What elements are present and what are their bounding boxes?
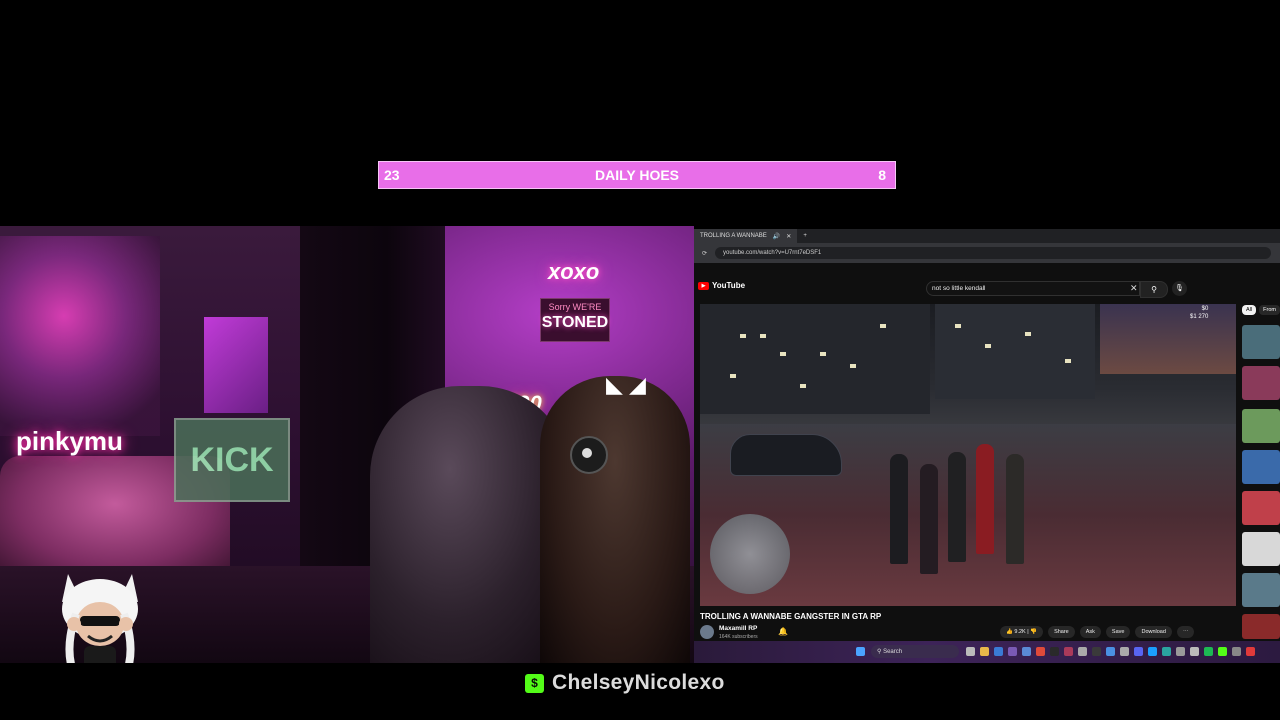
neon-sign-name: pinkymu	[16, 426, 123, 456]
recommendation-chips: All From	[1242, 305, 1280, 315]
canvas-art	[204, 317, 268, 413]
recommended-thumbnail[interactable]	[1242, 450, 1280, 484]
youtube-logo[interactable]: ▶ YouTube	[698, 281, 745, 290]
download-button[interactable]: Download	[1135, 626, 1172, 638]
address-bar-row: ⟳ youtube.com/watch?v=U7rnt7eDSF1	[694, 243, 1280, 263]
browser-capture: TROLLING A WANNABE 🔊 ✕ + ⟳ youtube.com/w…	[694, 229, 1280, 663]
app-icon[interactable]	[1008, 647, 1017, 656]
youtube-play-icon: ▶	[698, 281, 709, 290]
address-bar[interactable]: youtube.com/watch?v=U7rnt7eDSF1	[715, 247, 1272, 259]
streamer-hair	[540, 376, 690, 663]
app-icon[interactable]	[1176, 647, 1185, 656]
share-button[interactable]: Share	[1048, 626, 1075, 638]
app-icon[interactable]	[1106, 647, 1115, 656]
search-button[interactable]: ⚲	[1140, 281, 1168, 298]
spotify-icon[interactable]	[1204, 647, 1213, 656]
app-icon[interactable]	[1120, 647, 1129, 656]
kick-sign: KICK	[174, 418, 290, 502]
video-player[interactable]: $0 $1 270	[700, 304, 1236, 606]
app-icon[interactable]	[1022, 647, 1031, 656]
browser-tab-bar: TROLLING A WANNABE 🔊 ✕ +	[694, 229, 1280, 243]
headset-icon	[570, 436, 608, 474]
streamer-handle: $ ChelseyNicolexo	[525, 671, 725, 695]
like-button[interactable]: 👍 9.2K | 👎	[1000, 626, 1044, 638]
app-icon[interactable]	[1050, 647, 1059, 656]
more-button[interactable]: ⋯	[1176, 626, 1195, 638]
hud-cash: $0	[1201, 306, 1209, 312]
steam-icon[interactable]	[1148, 647, 1157, 656]
app-icon[interactable]	[1064, 647, 1073, 656]
channel-subscribers: 164K subscribers	[719, 634, 758, 640]
chip-from[interactable]: From	[1259, 305, 1280, 315]
close-tab-icon[interactable]: ✕	[786, 233, 791, 240]
cat-girl-avatar	[62, 574, 138, 663]
youtube-search-input[interactable]: not so little kendall	[926, 281, 1140, 296]
app-icon[interactable]	[1092, 647, 1101, 656]
app-icon[interactable]	[1162, 647, 1171, 656]
task-view-icon[interactable]	[966, 647, 975, 656]
like-count: 9.2K	[1014, 629, 1026, 635]
character-group	[890, 434, 1040, 584]
neon-sign-xoxo: xoxo	[548, 259, 600, 284]
new-tab-button[interactable]: +	[803, 233, 807, 239]
recommended-thumbnail[interactable]	[1242, 325, 1280, 359]
daily-counter-bar: 23 DAILY HOES 8	[378, 161, 896, 189]
app-icon[interactable]	[1232, 647, 1241, 656]
building-left	[700, 304, 930, 414]
search-icon: ⚲	[1151, 285, 1157, 294]
cat-ears-icon: ◣ ◢	[606, 372, 646, 397]
app-icon[interactable]	[1190, 647, 1199, 656]
mic-icon[interactable]: 🎙	[1172, 281, 1187, 296]
tab-title: TROLLING A WANNABE	[700, 233, 767, 239]
speaker-icon: 🔊	[772, 233, 781, 240]
recommended-thumbnail[interactable]	[1242, 614, 1280, 639]
video-actions: 👍 9.2K | 👎 Share Ask Save Download ⋯	[1000, 626, 1195, 638]
discord-icon[interactable]	[1134, 647, 1143, 656]
recommended-thumbnail[interactable]	[1242, 409, 1280, 443]
taskbar-search-label: Search	[883, 648, 903, 655]
youtube-logo-text: YouTube	[712, 281, 746, 290]
webcam-feed: KICK pinkymu xoxo Sorry WE'RE STONED 420…	[0, 226, 694, 663]
app-icon[interactable]	[1078, 647, 1087, 656]
ask-button[interactable]: Ask	[1079, 626, 1101, 638]
counter-right-value: 8	[878, 167, 886, 183]
clear-search-icon[interactable]: ✕	[1130, 283, 1138, 294]
stoned-sign-big: STONED	[541, 313, 609, 331]
recommended-thumbnail[interactable]	[1242, 532, 1280, 566]
parked-car	[730, 434, 842, 476]
reload-icon[interactable]: ⟳	[702, 250, 707, 257]
building-center	[935, 304, 1095, 399]
edge-icon[interactable]	[994, 647, 1003, 656]
recommended-thumbnail[interactable]	[1242, 491, 1280, 525]
channel-avatar[interactable]	[700, 625, 714, 639]
recommended-thumbnail[interactable]	[1242, 573, 1280, 607]
obs-icon[interactable]	[1246, 647, 1255, 656]
handle-text: ChelseyNicolexo	[552, 671, 725, 694]
hud-bank: $1 270	[1190, 313, 1209, 320]
kick-logo-icon: $	[525, 673, 544, 693]
file-explorer-icon[interactable]	[980, 647, 989, 656]
skyline	[1100, 304, 1236, 374]
bell-icon[interactable]: 🔔	[778, 627, 788, 636]
stoned-sign-small: Sorry WE'RE	[548, 302, 602, 312]
stoned-sign: Sorry WE'RE STONED	[540, 298, 610, 342]
video-title: TROLLING A WANNABE GANGSTER IN GTA RP	[700, 612, 882, 621]
chrome-icon[interactable]	[1036, 647, 1045, 656]
taskbar-search[interactable]: ⚲ Search	[871, 645, 959, 658]
recommended-thumbnail[interactable]	[1242, 366, 1280, 400]
counter-title: DAILY HOES	[594, 167, 680, 183]
app-icon[interactable]	[1218, 647, 1227, 656]
browser-tab[interactable]: TROLLING A WANNABE 🔊 ✕	[694, 229, 798, 243]
minimap	[710, 514, 790, 594]
counter-left-value: 23	[384, 167, 400, 183]
graffiti-art	[0, 236, 160, 436]
save-button[interactable]: Save	[1105, 626, 1131, 638]
channel-name[interactable]: Maxamill RP	[719, 625, 757, 632]
chip-all[interactable]: All	[1242, 305, 1257, 315]
start-icon[interactable]	[856, 647, 865, 656]
hud-money: $0 $1 270	[1190, 306, 1208, 322]
